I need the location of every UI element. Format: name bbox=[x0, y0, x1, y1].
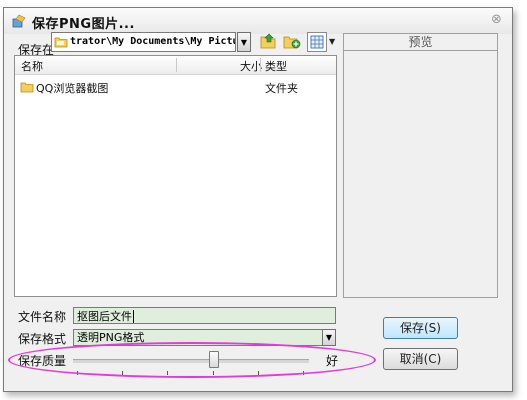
dialog-title: 保存PNG图片... bbox=[32, 17, 135, 32]
format-value: 透明PNG格式 bbox=[77, 331, 145, 344]
file-list[interactable]: 名称 大小 类型 QQ浏览器截图 文件夹 bbox=[14, 55, 337, 297]
column-divider bbox=[176, 58, 177, 72]
chevron-down-icon: ▼ bbox=[325, 333, 333, 342]
location-dropdown-button[interactable]: ▼ bbox=[237, 32, 251, 52]
text-cursor bbox=[133, 310, 134, 323]
file-list-header: 名称 大小 类型 bbox=[15, 56, 336, 75]
slider-tick bbox=[303, 371, 304, 375]
save-button[interactable]: 保存(S) bbox=[383, 317, 458, 339]
location-combo[interactable]: trator\My Documents\My Pictures bbox=[51, 32, 236, 52]
filename-value: 抠图后文件 bbox=[77, 310, 132, 323]
column-header-size[interactable]: 大小 bbox=[240, 58, 262, 74]
quality-good-label: 好 bbox=[326, 354, 339, 368]
filename-input[interactable]: 抠图后文件 bbox=[73, 307, 336, 324]
list-item[interactable]: QQ浏览器截图 文件夹 bbox=[15, 79, 336, 95]
format-label: 保存格式 bbox=[18, 332, 67, 346]
folder-up-icon bbox=[260, 33, 276, 49]
location-path: trator\My Documents\My Pictures bbox=[70, 36, 235, 47]
quality-slider-thumb[interactable] bbox=[209, 351, 219, 368]
quality-slider-track[interactable] bbox=[73, 359, 309, 363]
column-header-name[interactable]: 名称 bbox=[21, 58, 43, 74]
chevron-down-icon: ▼ bbox=[240, 37, 248, 47]
slider-tick bbox=[258, 371, 259, 375]
slider-tick bbox=[122, 371, 123, 375]
view-menu-chevron-icon[interactable]: ▼ bbox=[329, 37, 335, 46]
list-item-type: 文件夹 bbox=[265, 82, 298, 95]
filename-label: 文件名称 bbox=[18, 310, 67, 324]
column-header-type[interactable]: 类型 bbox=[265, 58, 287, 74]
app-icon bbox=[12, 14, 26, 28]
quality-label: 保存质量 bbox=[18, 354, 67, 368]
view-menu-button[interactable] bbox=[307, 32, 327, 52]
column-divider bbox=[260, 58, 261, 72]
new-folder-button[interactable] bbox=[281, 31, 303, 51]
slider-tick bbox=[213, 371, 214, 375]
up-folder-button[interactable] bbox=[258, 31, 280, 51]
format-dropdown-button[interactable]: ▼ bbox=[322, 329, 336, 346]
list-item-name: QQ浏览器截图 bbox=[36, 82, 109, 95]
preview-title: 预览 bbox=[344, 34, 497, 51]
folder-icon bbox=[20, 82, 34, 93]
format-select[interactable]: 透明PNG格式 bbox=[73, 329, 323, 346]
close-icon[interactable]: ⊗ bbox=[491, 12, 502, 27]
new-folder-icon bbox=[283, 36, 301, 49]
grid-view-icon bbox=[310, 35, 324, 49]
cancel-button[interactable]: 取消(C) bbox=[383, 348, 458, 370]
folder-icon bbox=[54, 37, 68, 48]
preview-panel: 预览 bbox=[343, 33, 498, 298]
slider-tick bbox=[167, 371, 168, 375]
slider-tick bbox=[77, 371, 78, 375]
